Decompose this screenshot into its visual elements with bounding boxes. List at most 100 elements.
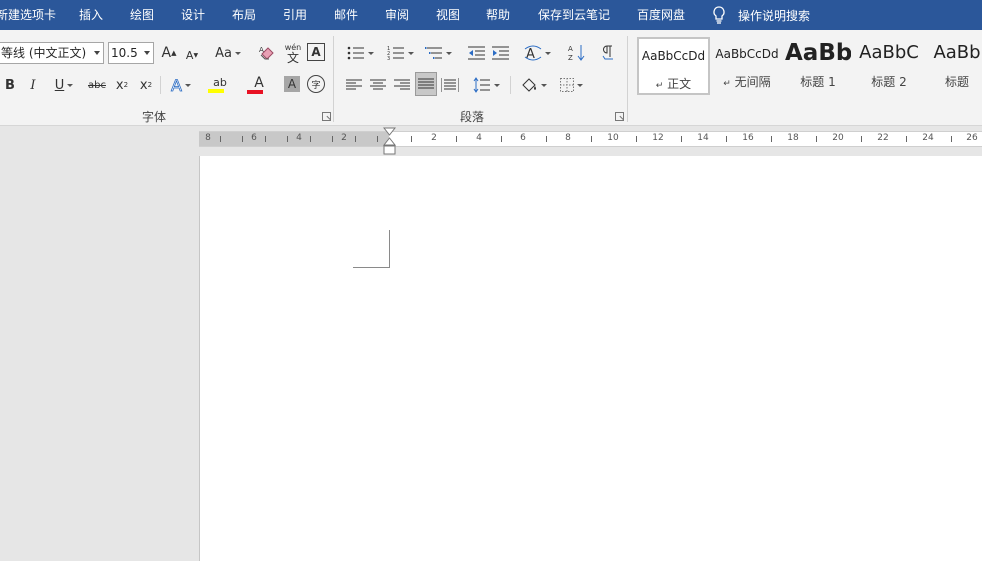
phonetic-guide-button[interactable]: wén 文 <box>283 40 303 66</box>
ruler-number: 18 <box>787 133 799 143</box>
font-dialog-launcher[interactable] <box>322 112 331 121</box>
font-color-button[interactable]: A <box>244 74 274 96</box>
tab-save-to-cloud-notes[interactable]: 保存到云笔记 <box>538 0 610 30</box>
change-case-button[interactable]: Aa <box>212 42 244 64</box>
line-spacing-icon <box>473 77 490 93</box>
font-name-combo[interactable]: 等线 (中文正文) <box>0 42 104 64</box>
underline-button[interactable]: U <box>48 74 80 96</box>
indent-marker-icon[interactable] <box>383 127 396 156</box>
multilevel-list-button[interactable] <box>422 42 454 64</box>
grow-font-button[interactable]: A ▲ <box>160 42 178 64</box>
grow-font-icon: A <box>161 45 172 61</box>
tell-me-label: 操作说明搜索 <box>738 8 811 23</box>
sort-button[interactable]: AZ <box>567 42 587 64</box>
ribbon: 等线 (中文正文) 10.5 A ▲ A ▼ Aa A wén 文 A B I U … <box>0 30 982 126</box>
numbering-button[interactable]: 123 <box>384 42 416 64</box>
borders-icon <box>559 78 574 92</box>
style-normal[interactable]: AaBbCcDd ↵ 正文 <box>637 37 710 95</box>
paragraph-mark-icon <box>602 45 613 60</box>
style-preview: AaBbC <box>859 42 919 63</box>
paragraph-dialog-launcher[interactable] <box>615 112 624 121</box>
tab-help[interactable]: 帮助 <box>486 0 510 30</box>
increase-indent-button[interactable] <box>491 42 511 64</box>
shading-button[interactable] <box>516 74 550 96</box>
style-name: 标题 1 <box>800 75 836 89</box>
ruler-tick <box>220 136 221 142</box>
chevron-down-icon <box>144 51 150 55</box>
asian-layout-button[interactable]: A <box>522 42 552 64</box>
show-marks-button[interactable] <box>598 42 618 64</box>
style-preview: AaBbCcDd <box>641 49 706 63</box>
distributed-icon <box>441 78 459 92</box>
ruler-tick <box>906 136 907 142</box>
tab-layout[interactable]: 布局 <box>232 0 256 30</box>
tell-me-search[interactable]: 操作说明搜索 <box>712 0 810 30</box>
character-border-button[interactable]: A <box>307 43 325 61</box>
ruler-left-margin <box>199 132 389 146</box>
ruler-number: 12 <box>652 133 664 143</box>
tab-view[interactable]: 视图 <box>436 0 460 30</box>
text-effects-button[interactable]: A <box>166 74 196 96</box>
clear-formatting-button[interactable]: A <box>258 42 278 64</box>
horizontal-ruler[interactable]: 8 6 4 2 2 4 6 8 10 12 14 16 18 20 22 24 … <box>199 131 982 147</box>
align-right-button[interactable] <box>392 74 412 96</box>
align-center-icon <box>370 79 386 90</box>
paragraph-mark: ↵ <box>723 79 731 89</box>
divider <box>160 76 161 94</box>
subscript-label: x <box>115 77 124 93</box>
ruler-tick <box>771 136 772 142</box>
distributed-button[interactable] <box>440 74 460 96</box>
italic-button[interactable]: I <box>25 74 41 96</box>
italic-label: I <box>30 77 36 93</box>
ruler-number: 24 <box>922 133 934 143</box>
ruler-tick <box>332 136 333 142</box>
ruler-number: 8 <box>205 133 211 143</box>
ruler-number: 14 <box>697 133 709 143</box>
ruler-tick <box>456 136 457 142</box>
ruler-tick <box>310 136 311 142</box>
tab-insert[interactable]: 插入 <box>79 0 103 30</box>
strikethrough-button[interactable]: abc <box>86 74 108 96</box>
decrease-indent-button[interactable] <box>467 42 487 64</box>
align-center-button[interactable] <box>368 74 388 96</box>
superscript-button[interactable]: x2 <box>137 74 155 96</box>
borders-button[interactable] <box>555 74 587 96</box>
style-heading-1[interactable]: AaBb 标题 1 <box>785 37 851 95</box>
ruler-number: 22 <box>877 133 889 143</box>
line-spacing-button[interactable] <box>470 74 502 96</box>
strikethrough-label: abc <box>88 79 106 91</box>
font-size-combo[interactable]: 10.5 <box>108 42 154 64</box>
bold-button[interactable]: B <box>2 74 18 96</box>
justify-button[interactable] <box>415 72 437 96</box>
style-title[interactable]: AaBb 标题 <box>927 37 982 95</box>
tab-baidu-netdisk[interactable]: 百度网盘 <box>637 0 685 30</box>
decrease-indent-icon <box>468 46 485 60</box>
tab-draw[interactable]: 绘图 <box>130 0 154 30</box>
underline-label: U <box>54 77 65 93</box>
highlight-button[interactable]: ab <box>203 74 237 96</box>
subscript-button[interactable]: x2 <box>113 74 131 96</box>
tab-new-tab[interactable]: 新建选项卡 <box>0 0 56 30</box>
character-shading-icon: A <box>287 77 297 91</box>
shrink-font-button[interactable]: A ▼ <box>184 44 200 66</box>
bullets-button[interactable] <box>344 42 376 64</box>
change-case-label: Aa <box>215 45 232 61</box>
ruler-tick <box>861 136 862 142</box>
bullet-list-icon <box>347 46 364 60</box>
style-no-spacing[interactable]: AaBbCcDd ↵ 无间隔 <box>713 37 781 95</box>
ruler-tick <box>726 136 727 142</box>
chevron-down-icon <box>94 51 100 55</box>
lightbulb-icon <box>713 6 725 24</box>
enclose-characters-button[interactable]: 字 <box>307 75 325 93</box>
tab-references[interactable]: 引用 <box>283 0 307 30</box>
tab-mailings[interactable]: 邮件 <box>334 0 358 30</box>
document-page[interactable] <box>199 156 982 561</box>
align-left-button[interactable] <box>344 74 364 96</box>
style-heading-2[interactable]: AaBbC 标题 2 <box>856 37 922 95</box>
tab-review[interactable]: 审阅 <box>385 0 409 30</box>
character-shading-button[interactable]: A <box>284 76 300 92</box>
ruler-number: 8 <box>565 133 571 143</box>
tab-design[interactable]: 设计 <box>181 0 205 30</box>
numbered-list-icon: 123 <box>387 46 404 60</box>
font-size-value: 10.5 <box>111 46 138 60</box>
